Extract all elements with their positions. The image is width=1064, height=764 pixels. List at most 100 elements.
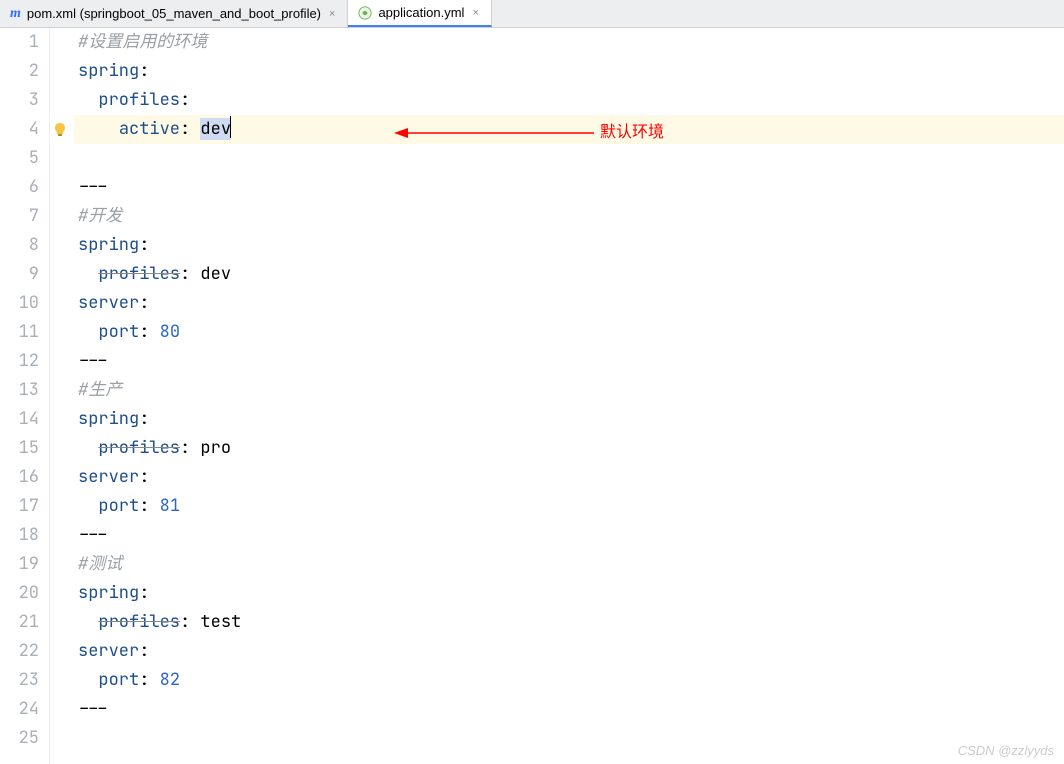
line-number: 17: [0, 492, 39, 521]
maven-icon: m: [10, 6, 21, 22]
line-number: 9: [0, 260, 39, 289]
spring-config-icon: [358, 6, 372, 20]
code-token: profiles: [98, 263, 180, 285]
code-token: :: [139, 234, 149, 256]
code-line[interactable]: ---: [74, 173, 1064, 202]
code-line[interactable]: [74, 724, 1064, 753]
line-number: 10: [0, 289, 39, 318]
code-line[interactable]: #设置启用的环境: [74, 28, 1064, 57]
code-token: spring: [78, 60, 139, 82]
tab-application-yml[interactable]: application.yml ×: [348, 0, 491, 27]
close-icon[interactable]: ×: [470, 7, 480, 19]
code-line[interactable]: ---: [74, 521, 1064, 550]
line-number: 5: [0, 144, 39, 173]
line-number: 23: [0, 666, 39, 695]
line-number: 20: [0, 579, 39, 608]
annotation-arrow: 默认环境: [394, 118, 664, 147]
line-number: 18: [0, 521, 39, 550]
code-line[interactable]: profiles: pro: [74, 434, 1064, 463]
code-token: #开发: [78, 205, 122, 227]
code-line[interactable]: profiles: dev: [74, 260, 1064, 289]
code-line[interactable]: server:: [74, 637, 1064, 666]
line-number: 11: [0, 318, 39, 347]
line-number-gutter: 1234567891011121314151617181920212223242…: [0, 28, 50, 764]
code-token: port: [98, 669, 139, 691]
line-number: 12: [0, 347, 39, 376]
code-token: spring: [78, 582, 139, 604]
code-token: ---: [78, 524, 109, 546]
line-number: 4: [0, 115, 39, 144]
code-token: spring: [78, 408, 139, 430]
code-token: server: [78, 292, 139, 314]
code-line[interactable]: spring:: [74, 57, 1064, 86]
code-token: :: [139, 60, 149, 82]
code-line[interactable]: port: 82: [74, 666, 1064, 695]
code-token: : pro: [180, 437, 231, 459]
code-editor[interactable]: 1234567891011121314151617181920212223242…: [0, 28, 1064, 764]
code-line[interactable]: profiles:: [74, 86, 1064, 115]
watermark-text: CSDN @zzlyyds: [958, 743, 1054, 758]
tab-label: application.yml: [378, 5, 464, 20]
code-line[interactable]: spring:: [74, 579, 1064, 608]
tab-label: pom.xml (springboot_05_maven_and_boot_pr…: [27, 6, 321, 21]
code-line[interactable]: server:: [74, 289, 1064, 318]
line-number: 1: [0, 28, 39, 57]
code-token: 82: [160, 669, 180, 691]
tab-pom-xml[interactable]: m pom.xml (springboot_05_maven_and_boot_…: [0, 0, 348, 27]
line-number: 14: [0, 405, 39, 434]
intention-bulb-icon[interactable]: [52, 119, 68, 148]
code-line[interactable]: #测试: [74, 550, 1064, 579]
line-number: 7: [0, 202, 39, 231]
code-line[interactable]: #生产: [74, 376, 1064, 405]
code-token: :: [139, 495, 159, 517]
code-token: [78, 437, 98, 459]
line-number: 21: [0, 608, 39, 637]
line-number: 3: [0, 86, 39, 115]
line-number: 15: [0, 434, 39, 463]
line-number: 2: [0, 57, 39, 86]
annotation-label: 默认环境: [600, 118, 664, 147]
code-line[interactable]: #开发: [74, 202, 1064, 231]
code-token: #测试: [78, 553, 122, 575]
line-number: 25: [0, 724, 39, 753]
line-number: 22: [0, 637, 39, 666]
close-icon[interactable]: ×: [327, 8, 337, 20]
code-line[interactable]: profiles: test: [74, 608, 1064, 637]
code-token: profiles: [98, 437, 180, 459]
code-line[interactable]: port: 81: [74, 492, 1064, 521]
code-token: dev: [200, 118, 231, 140]
code-token: server: [78, 640, 139, 662]
code-line[interactable]: spring:: [74, 231, 1064, 260]
code-token: [78, 118, 119, 140]
code-token: [78, 669, 98, 691]
editor-tabs: m pom.xml (springboot_05_maven_and_boot_…: [0, 0, 1064, 28]
code-token: ---: [78, 698, 109, 720]
code-token: :: [139, 669, 159, 691]
code-token: 81: [160, 495, 180, 517]
code-token: #设置启用的环境: [78, 31, 207, 53]
code-token: :: [139, 582, 149, 604]
text-caret: [230, 116, 231, 138]
code-token: :: [139, 321, 159, 343]
code-token: profiles: [98, 89, 180, 111]
code-token: :: [139, 640, 149, 662]
code-token: 80: [160, 321, 180, 343]
line-number: 6: [0, 173, 39, 202]
code-area[interactable]: #设置启用的环境spring: profiles: active: dev默认环…: [74, 28, 1064, 764]
code-token: :: [139, 466, 149, 488]
code-token: :: [139, 292, 149, 314]
code-line[interactable]: active: dev默认环境: [74, 115, 1064, 144]
code-token: port: [98, 321, 139, 343]
code-line[interactable]: spring:: [74, 405, 1064, 434]
code-line[interactable]: ---: [74, 695, 1064, 724]
code-token: : test: [180, 611, 241, 633]
code-token: port: [98, 495, 139, 517]
code-token: [78, 495, 98, 517]
code-token: server: [78, 466, 139, 488]
code-line[interactable]: server:: [74, 463, 1064, 492]
code-line[interactable]: [74, 144, 1064, 173]
code-line[interactable]: ---: [74, 347, 1064, 376]
code-line[interactable]: port: 80: [74, 318, 1064, 347]
code-token: :: [180, 89, 190, 111]
code-token: [78, 89, 98, 111]
